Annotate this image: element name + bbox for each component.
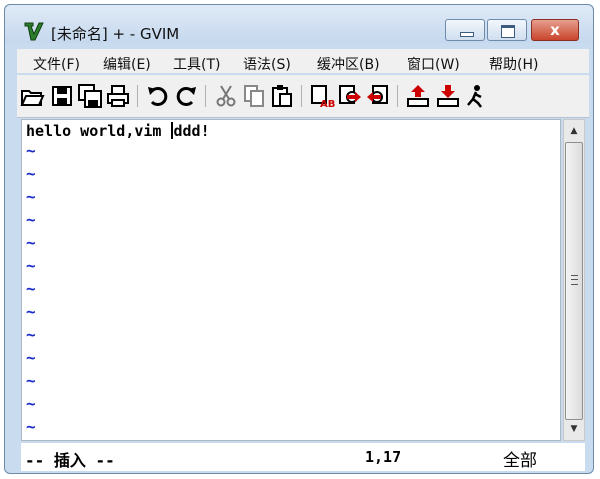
menu-tools[interactable]: 工具(T) — [173, 54, 220, 74]
undo-icon[interactable] — [145, 83, 171, 109]
toolbar-separator — [397, 85, 398, 107]
close-button[interactable]: x — [531, 19, 579, 41]
empty-line-tilde: ~ — [26, 256, 36, 275]
window-title: [未命名] + - GVIM — [51, 25, 180, 43]
menu-edit[interactable]: 编辑(E) — [103, 54, 151, 74]
empty-line-tilde: ~ — [26, 210, 36, 229]
minimize-button[interactable] — [445, 19, 485, 41]
line-text-after-cursor: ddd! — [173, 122, 210, 140]
empty-line-tilde: ~ — [26, 302, 36, 321]
status-line: -- 插入 -- 1,17 全部 — [21, 443, 585, 471]
menu-window[interactable]: 窗口(W) — [407, 54, 460, 74]
scroll-up-icon[interactable]: ▲ — [566, 123, 582, 139]
empty-line-tilde: ~ — [26, 187, 36, 206]
copy-icon[interactable] — [241, 83, 267, 109]
menu-syntax[interactable]: 语法(S) — [243, 54, 291, 74]
vim-logo-icon — [24, 22, 44, 41]
cursor-position: 1,17 — [365, 448, 402, 466]
line-text-before-cursor: hello world,vim — [26, 122, 171, 140]
run-script-icon[interactable] — [463, 83, 489, 109]
svg-text:AB: AB — [320, 99, 335, 109]
grip-icon — [571, 275, 578, 285]
text-editor[interactable]: hello world,vim ddd! ~ ~ ~ ~ ~ ~ ~ ~ ~ ~… — [21, 119, 561, 441]
cut-icon[interactable] — [213, 83, 239, 109]
close-icon: x — [550, 21, 560, 39]
empty-line-tilde: ~ — [26, 417, 36, 436]
menu-help[interactable]: 帮助(H) — [489, 54, 538, 74]
empty-line-tilde: ~ — [26, 141, 36, 160]
find-prev-icon[interactable] — [365, 83, 391, 109]
load-session-icon[interactable] — [405, 83, 431, 109]
find-next-icon[interactable] — [337, 83, 363, 109]
empty-line-tilde: ~ — [26, 325, 36, 344]
toolbar-separator — [205, 85, 206, 107]
menu-file[interactable]: 文件(F) — [33, 54, 80, 74]
title-bar[interactable]: [未命名] + - GVIM x — [5, 5, 593, 43]
print-icon[interactable] — [105, 83, 131, 109]
open-icon[interactable] — [19, 83, 45, 109]
redo-icon[interactable] — [173, 83, 199, 109]
empty-line-tilde: ~ — [26, 279, 36, 298]
toolbar: AB — [17, 75, 589, 118]
buffer-line-1[interactable]: hello world,vim ddd! — [26, 122, 210, 140]
paste-icon[interactable] — [269, 83, 295, 109]
empty-line-tilde: ~ — [26, 394, 36, 413]
empty-line-tilde: ~ — [26, 371, 36, 390]
save-all-icon[interactable] — [77, 83, 103, 109]
scroll-down-icon[interactable]: ▼ — [566, 421, 582, 437]
scrollbar-thumb[interactable] — [565, 142, 583, 420]
gvim-window: [未命名] + - GVIM x 文件(F) 编辑(E) 工具(T) 语法(S)… — [4, 4, 594, 474]
vertical-scrollbar[interactable]: ▲ ▼ — [563, 119, 585, 441]
scroll-position: 全部 — [503, 451, 537, 471]
empty-line-tilde: ~ — [26, 233, 36, 252]
mode-indicator: -- 插入 -- — [25, 451, 115, 470]
empty-line-tilde: ~ — [26, 348, 36, 367]
empty-line-tilde: ~ — [26, 164, 36, 183]
toolbar-separator — [137, 85, 138, 107]
text-cursor — [170, 122, 173, 139]
menu-bar: 文件(F) 编辑(E) 工具(T) 语法(S) 缓冲区(B) 窗口(W) 帮助(… — [17, 49, 589, 73]
toolbar-separator — [301, 85, 302, 107]
menu-buffers[interactable]: 缓冲区(B) — [317, 54, 380, 74]
maximize-button[interactable] — [487, 19, 527, 41]
save-icon[interactable] — [49, 83, 75, 109]
replace-icon[interactable]: AB — [309, 83, 335, 109]
save-session-icon[interactable] — [435, 83, 461, 109]
